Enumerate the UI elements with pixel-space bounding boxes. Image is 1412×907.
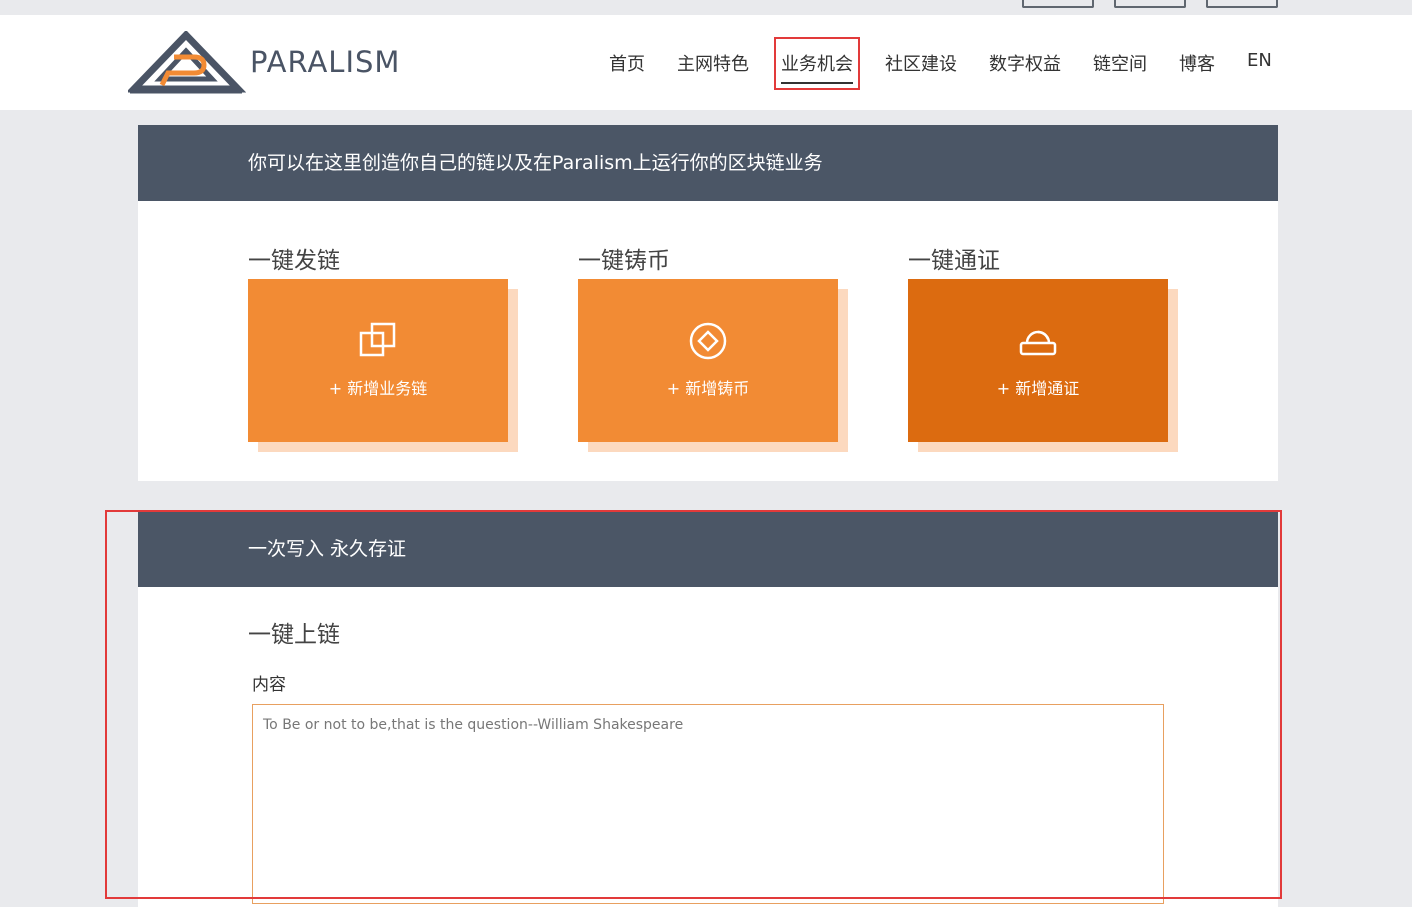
onchain-banner-text: 一次写入 永久存证 <box>248 538 407 560</box>
copy-squares-icon <box>359 322 396 357</box>
nav-active-underline <box>781 82 853 84</box>
business-panel: 一键发链 + 新增业务链 一键铸币 + 新增铸币 一键通证 + 新增通证 <box>138 201 1278 481</box>
site-header: PARALISM 首页 主网特色 业务机会 社区建设 数字权益 链空间 博客 E… <box>0 15 1412 110</box>
nav-mainnet-features[interactable]: 主网特色 <box>677 50 749 76</box>
card-action-label: + 新增通证 <box>996 379 1080 398</box>
nav-label: 业务机会 <box>781 54 853 75</box>
business-banner: 你可以在这里创造你自己的链以及在Paralism上运行你的区块链业务 <box>138 125 1278 201</box>
nav-label: EN <box>1247 50 1272 71</box>
new-coin-button[interactable]: + 新增铸币 <box>578 279 838 442</box>
card-action-label: + 新增铸币 <box>666 379 750 398</box>
nav-label: 首页 <box>609 54 645 75</box>
content-textarea[interactable] <box>252 704 1164 904</box>
card-title-coin: 一键铸币 <box>578 248 670 274</box>
token-dome-icon <box>1019 330 1057 356</box>
card-action-label: + 新增业务链 <box>328 379 428 398</box>
nav-business[interactable]: 业务机会 <box>781 50 853 84</box>
new-token-button[interactable]: + 新增通证 <box>908 279 1168 442</box>
nav-blog[interactable]: 博客 <box>1179 50 1215 76</box>
onchain-title: 一键上链 <box>248 622 340 648</box>
business-banner-text: 你可以在这里创造你自己的链以及在Paralism上运行你的区块链业务 <box>248 152 823 174</box>
coin-diamond-icon <box>689 322 727 360</box>
nav-label: 主网特色 <box>677 54 749 75</box>
content-label: 内容 <box>252 675 286 695</box>
nav-chain-space[interactable]: 链空间 <box>1093 50 1147 76</box>
top-link-3[interactable] <box>1206 0 1278 8</box>
new-business-chain-button[interactable]: + 新增业务链 <box>248 279 508 442</box>
top-utility-bar <box>0 0 1412 15</box>
card-title-token: 一键通证 <box>908 248 1000 274</box>
onchain-banner: 一次写入 永久存证 <box>138 511 1278 587</box>
nav-community[interactable]: 社区建设 <box>885 50 957 76</box>
nav-label: 数字权益 <box>989 54 1061 75</box>
top-link-2[interactable] <box>1114 0 1186 8</box>
top-link-1[interactable] <box>1022 0 1094 8</box>
nav-digital-rights[interactable]: 数字权益 <box>989 50 1061 76</box>
nav-label: 链空间 <box>1093 54 1147 75</box>
nav-label: 社区建设 <box>885 54 957 75</box>
card-title-chain: 一键发链 <box>248 248 340 274</box>
main-nav: 首页 主网特色 业务机会 社区建设 数字权益 链空间 博客 EN <box>0 15 1412 110</box>
nav-language-en[interactable]: EN <box>1247 50 1272 71</box>
nav-label: 博客 <box>1179 54 1215 75</box>
nav-home[interactable]: 首页 <box>609 50 645 76</box>
